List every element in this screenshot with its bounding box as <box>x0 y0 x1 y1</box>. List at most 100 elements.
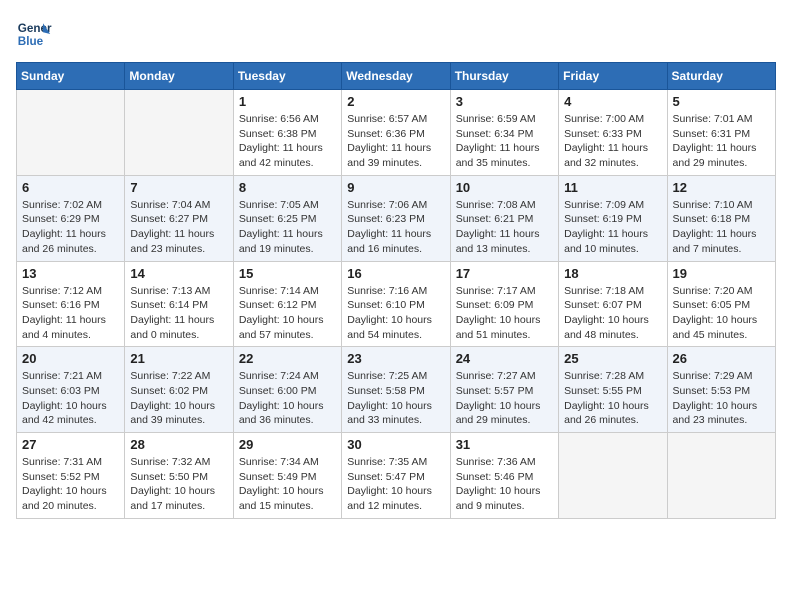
day-number: 12 <box>673 180 770 195</box>
day-number: 26 <box>673 351 770 366</box>
calendar-cell: 2 Sunrise: 6:57 AMSunset: 6:36 PMDaylight… <box>342 90 450 176</box>
calendar-cell: 14 Sunrise: 7:13 AMSunset: 6:14 PMDayligh… <box>125 261 233 347</box>
header-wednesday: Wednesday <box>342 63 450 90</box>
calendar-week-3: 13 Sunrise: 7:12 AMSunset: 6:16 PMDayligh… <box>17 261 776 347</box>
day-info: Sunrise: 6:59 AMSunset: 6:34 PMDaylight:… <box>456 112 553 171</box>
day-number: 31 <box>456 437 553 452</box>
day-number: 29 <box>239 437 336 452</box>
logo-icon: General Blue <box>16 16 52 52</box>
day-info: Sunrise: 7:21 AMSunset: 6:03 PMDaylight:… <box>22 369 119 428</box>
day-info: Sunrise: 7:09 AMSunset: 6:19 PMDaylight:… <box>564 198 661 257</box>
svg-text:General: General <box>18 22 52 35</box>
day-number: 6 <box>22 180 119 195</box>
day-number: 27 <box>22 437 119 452</box>
day-info: Sunrise: 7:06 AMSunset: 6:23 PMDaylight:… <box>347 198 444 257</box>
day-info: Sunrise: 7:36 AMSunset: 5:46 PMDaylight:… <box>456 455 553 514</box>
day-info: Sunrise: 7:13 AMSunset: 6:14 PMDaylight:… <box>130 284 227 343</box>
calendar-cell: 27Sunrise: 7:31 AMSunset: 5:52 PMDayligh… <box>17 433 125 519</box>
calendar-week-2: 6 Sunrise: 7:02 AMSunset: 6:29 PMDaylight… <box>17 175 776 261</box>
day-number: 16 <box>347 266 444 281</box>
calendar-cell: 6 Sunrise: 7:02 AMSunset: 6:29 PMDaylight… <box>17 175 125 261</box>
day-number: 4 <box>564 94 661 109</box>
calendar-cell: 4 Sunrise: 7:00 AMSunset: 6:33 PMDaylight… <box>559 90 667 176</box>
day-number: 9 <box>347 180 444 195</box>
day-info: Sunrise: 7:32 AMSunset: 5:50 PMDaylight:… <box>130 455 227 514</box>
calendar-cell: 18 Sunrise: 7:18 AMSunset: 6:07 PMDayligh… <box>559 261 667 347</box>
day-number: 17 <box>456 266 553 281</box>
header-thursday: Thursday <box>450 63 558 90</box>
day-info: Sunrise: 7:14 AMSunset: 6:12 PMDaylight:… <box>239 284 336 343</box>
calendar-cell: 21 Sunrise: 7:22 AMSunset: 6:02 PMDayligh… <box>125 347 233 433</box>
day-info: Sunrise: 7:00 AMSunset: 6:33 PMDaylight:… <box>564 112 661 171</box>
calendar-cell: 1Sunrise: 6:56 AMSunset: 6:38 PMDaylight… <box>233 90 341 176</box>
day-info: Sunrise: 7:35 AMSunset: 5:47 PMDaylight:… <box>347 455 444 514</box>
day-info: Sunrise: 7:04 AMSunset: 6:27 PMDaylight:… <box>130 198 227 257</box>
calendar-cell: 24 Sunrise: 7:27 AMSunset: 5:57 PMDayligh… <box>450 347 558 433</box>
header-friday: Friday <box>559 63 667 90</box>
calendar-cell: 12 Sunrise: 7:10 AMSunset: 6:18 PMDayligh… <box>667 175 775 261</box>
calendar-cell <box>559 433 667 519</box>
calendar-table: SundayMondayTuesdayWednesdayThursdayFrid… <box>16 62 776 519</box>
day-number: 1 <box>239 94 336 109</box>
day-info: Sunrise: 7:24 AMSunset: 6:00 PMDaylight:… <box>239 369 336 428</box>
calendar-cell: 16 Sunrise: 7:16 AMSunset: 6:10 PMDayligh… <box>342 261 450 347</box>
day-number: 5 <box>673 94 770 109</box>
day-number: 23 <box>347 351 444 366</box>
day-info: Sunrise: 7:29 AMSunset: 5:53 PMDaylight:… <box>673 369 770 428</box>
calendar-cell: 17Sunrise: 7:17 AMSunset: 6:09 PMDayligh… <box>450 261 558 347</box>
day-number: 22 <box>239 351 336 366</box>
calendar-cell: 11 Sunrise: 7:09 AMSunset: 6:19 PMDayligh… <box>559 175 667 261</box>
calendar-cell: 7 Sunrise: 7:04 AMSunset: 6:27 PMDaylight… <box>125 175 233 261</box>
day-info: Sunrise: 7:02 AMSunset: 6:29 PMDaylight:… <box>22 198 119 257</box>
day-info: Sunrise: 7:16 AMSunset: 6:10 PMDaylight:… <box>347 284 444 343</box>
day-number: 19 <box>673 266 770 281</box>
calendar-cell: 9 Sunrise: 7:06 AMSunset: 6:23 PMDaylight… <box>342 175 450 261</box>
calendar-cell: 22 Sunrise: 7:24 AMSunset: 6:00 PMDayligh… <box>233 347 341 433</box>
logo: General Blue <box>16 16 56 52</box>
day-number: 18 <box>564 266 661 281</box>
day-info: Sunrise: 7:28 AMSunset: 5:55 PMDaylight:… <box>564 369 661 428</box>
day-info: Sunrise: 7:05 AMSunset: 6:25 PMDaylight:… <box>239 198 336 257</box>
calendar-cell: 29 Sunrise: 7:34 AMSunset: 5:49 PMDayligh… <box>233 433 341 519</box>
day-number: 30 <box>347 437 444 452</box>
calendar-cell: 30 Sunrise: 7:35 AMSunset: 5:47 PMDayligh… <box>342 433 450 519</box>
day-number: 7 <box>130 180 227 195</box>
calendar-cell: 13 Sunrise: 7:12 AMSunset: 6:16 PMDayligh… <box>17 261 125 347</box>
calendar-cell: 5 Sunrise: 7:01 AMSunset: 6:31 PMDaylight… <box>667 90 775 176</box>
day-number: 11 <box>564 180 661 195</box>
calendar-cell: 20 Sunrise: 7:21 AMSunset: 6:03 PMDayligh… <box>17 347 125 433</box>
calendar-week-5: 27Sunrise: 7:31 AMSunset: 5:52 PMDayligh… <box>17 433 776 519</box>
calendar-cell: 3 Sunrise: 6:59 AMSunset: 6:34 PMDaylight… <box>450 90 558 176</box>
day-number: 14 <box>130 266 227 281</box>
day-number: 20 <box>22 351 119 366</box>
calendar-header-row: SundayMondayTuesdayWednesdayThursdayFrid… <box>17 63 776 90</box>
day-info: Sunrise: 7:34 AMSunset: 5:49 PMDaylight:… <box>239 455 336 514</box>
calendar-cell: 19Sunrise: 7:20 AMSunset: 6:05 PMDayligh… <box>667 261 775 347</box>
day-number: 21 <box>130 351 227 366</box>
day-number: 2 <box>347 94 444 109</box>
page-header: General Blue <box>16 16 776 52</box>
calendar-cell <box>125 90 233 176</box>
day-info: Sunrise: 7:27 AMSunset: 5:57 PMDaylight:… <box>456 369 553 428</box>
calendar-cell: 26 Sunrise: 7:29 AMSunset: 5:53 PMDayligh… <box>667 347 775 433</box>
calendar-cell: 8Sunrise: 7:05 AMSunset: 6:25 PMDaylight… <box>233 175 341 261</box>
day-number: 28 <box>130 437 227 452</box>
day-info: Sunrise: 7:08 AMSunset: 6:21 PMDaylight:… <box>456 198 553 257</box>
svg-text:Blue: Blue <box>18 35 44 48</box>
calendar-cell: 10 Sunrise: 7:08 AMSunset: 6:21 PMDayligh… <box>450 175 558 261</box>
day-info: Sunrise: 7:01 AMSunset: 6:31 PMDaylight:… <box>673 112 770 171</box>
day-info: Sunrise: 7:10 AMSunset: 6:18 PMDaylight:… <box>673 198 770 257</box>
day-number: 10 <box>456 180 553 195</box>
day-info: Sunrise: 6:57 AMSunset: 6:36 PMDaylight:… <box>347 112 444 171</box>
calendar-cell: 23 Sunrise: 7:25 AMSunset: 5:58 PMDayligh… <box>342 347 450 433</box>
day-info: Sunrise: 7:12 AMSunset: 6:16 PMDaylight:… <box>22 284 119 343</box>
day-number: 25 <box>564 351 661 366</box>
day-info: Sunrise: 7:22 AMSunset: 6:02 PMDaylight:… <box>130 369 227 428</box>
day-info: Sunrise: 7:18 AMSunset: 6:07 PMDaylight:… <box>564 284 661 343</box>
day-info: Sunrise: 7:25 AMSunset: 5:58 PMDaylight:… <box>347 369 444 428</box>
day-number: 3 <box>456 94 553 109</box>
calendar-cell: 28 Sunrise: 7:32 AMSunset: 5:50 PMDayligh… <box>125 433 233 519</box>
day-number: 24 <box>456 351 553 366</box>
calendar-cell <box>667 433 775 519</box>
day-number: 13 <box>22 266 119 281</box>
